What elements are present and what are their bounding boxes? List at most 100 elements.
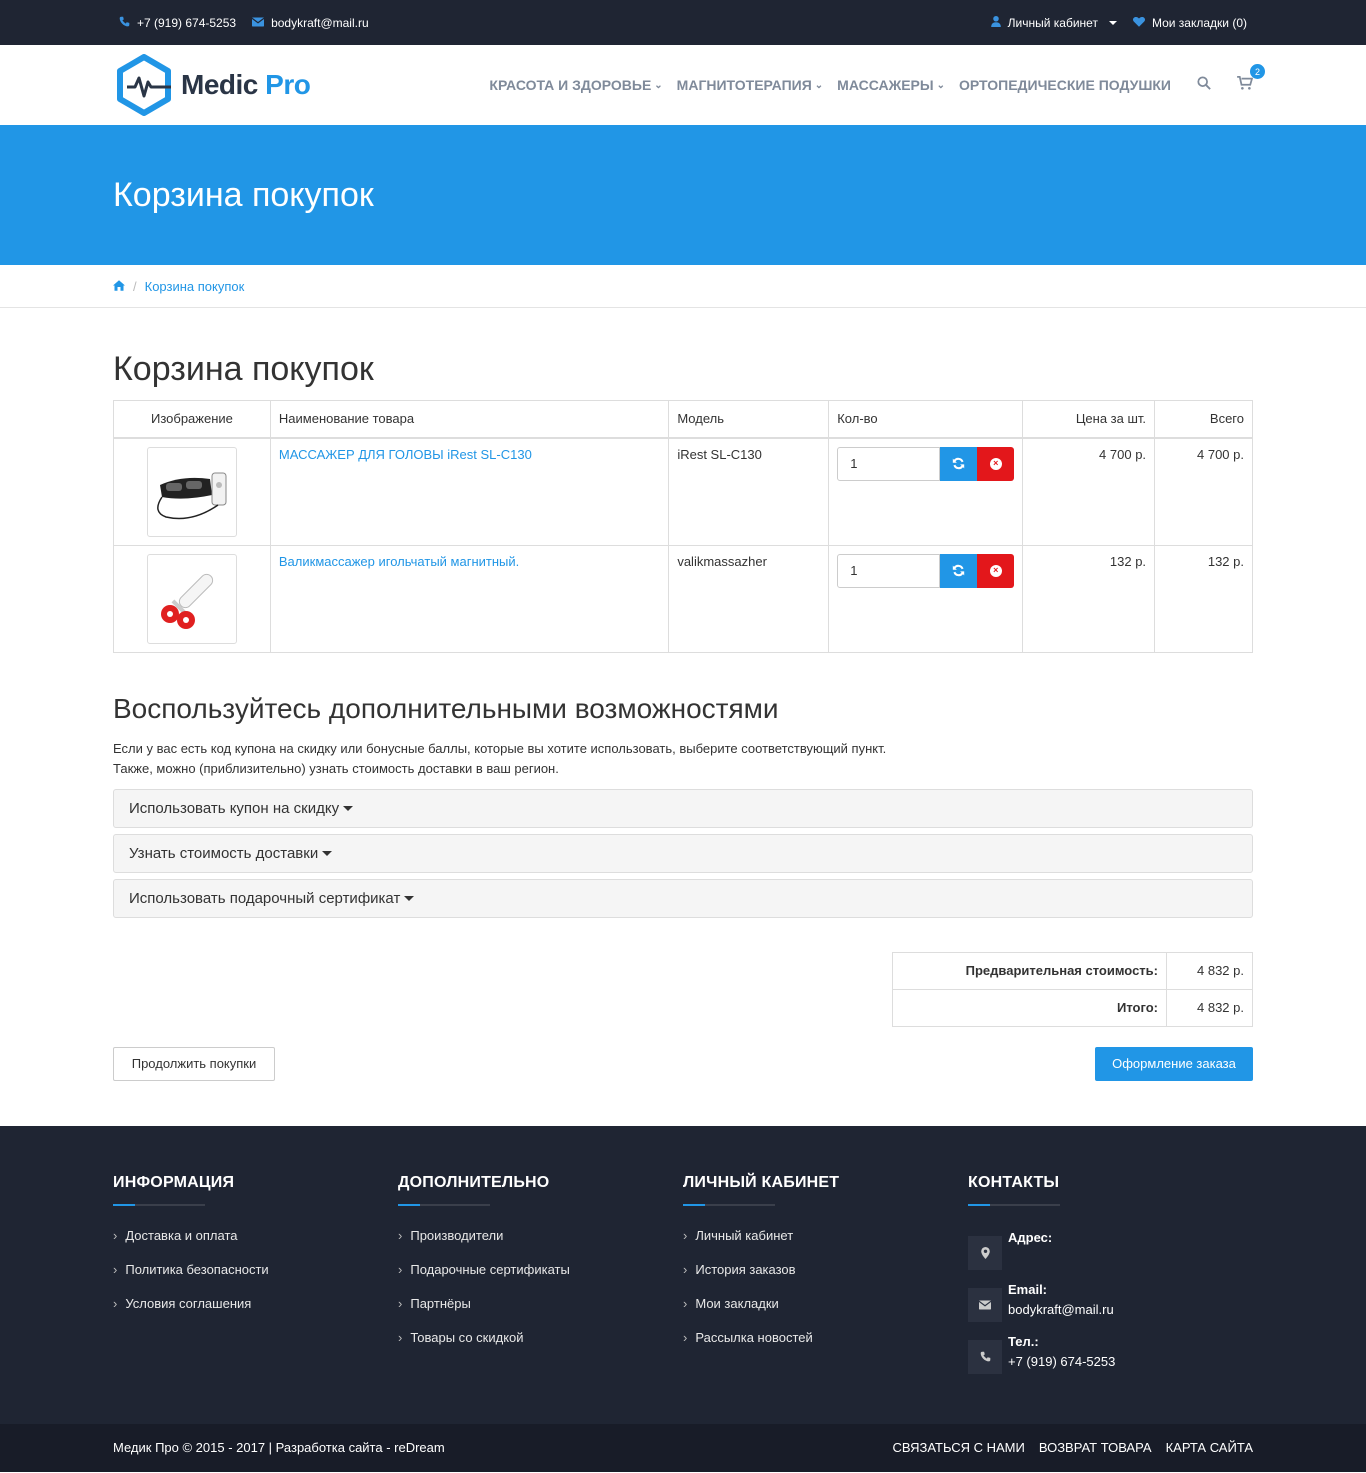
nav-item-magnetotherapy[interactable]: МАГНИТОТЕРАПИЯ ⌄ xyxy=(677,77,823,93)
search-icon[interactable] xyxy=(1197,76,1211,94)
caret-down-icon xyxy=(1108,20,1117,25)
caret-down-icon xyxy=(404,895,415,901)
phone-icon xyxy=(119,16,130,30)
col-header-name: Наименование товара xyxy=(269,400,670,439)
footer-link[interactable]: › История заказов xyxy=(683,1262,968,1296)
footer: ИНФОРМАЦИЯ › Доставка и оплата › Политика … xyxy=(0,1125,1366,1424)
total-label: Итого: xyxy=(892,988,1167,1027)
remove-button[interactable]: × xyxy=(977,446,1015,481)
site-logo[interactable]: Medic Pro xyxy=(113,54,311,116)
logo-hexagon-icon xyxy=(117,54,171,116)
phone-icon xyxy=(968,1339,1002,1374)
footer-link[interactable]: › Личный кабинет xyxy=(683,1228,968,1262)
footer-link[interactable]: › Доставка и оплата xyxy=(113,1228,398,1262)
nav-item-beauty-health[interactable]: КРАСОТА И ЗДОРОВЬЕ ⌄ xyxy=(489,77,662,93)
cart-count-badge: 2 xyxy=(1250,64,1265,79)
user-icon xyxy=(990,15,1001,30)
footer-link[interactable]: › Рассылка новостей xyxy=(683,1330,968,1364)
angle-right-icon: › xyxy=(683,1295,688,1311)
footer-heading: ЛИЧНЫЙ КАБИНЕТ xyxy=(683,1174,968,1206)
footer-heading: КОНТАКТЫ xyxy=(968,1174,1253,1206)
quantity-control: × xyxy=(837,446,1015,481)
refresh-button[interactable] xyxy=(940,553,978,588)
product-link[interactable]: Валикмассажер игольчатый магнитный. xyxy=(279,554,519,569)
bookmarks-link[interactable]: Мои закладки (0) xyxy=(1132,16,1247,30)
footer-link[interactable]: › Производители xyxy=(398,1228,683,1262)
product-image-head-massager[interactable] xyxy=(146,446,237,537)
contact-phone: Тел.: +7 (919) 674-5253 xyxy=(968,1332,1253,1374)
angle-right-icon: › xyxy=(398,1295,403,1311)
product-unit-price: 132 р. xyxy=(1022,544,1156,653)
angle-right-icon: › xyxy=(398,1261,403,1277)
footer-link[interactable]: › Политика безопасности xyxy=(113,1262,398,1296)
remove-icon: × xyxy=(989,457,1002,470)
cart-actions: Продолжить покупки Оформление заказа xyxy=(113,1046,1253,1126)
contact-email-value[interactable]: bodykraft@mail.ru xyxy=(1008,1302,1114,1317)
footer-link[interactable]: › Партнёры xyxy=(398,1296,683,1330)
breadcrumb-current[interactable]: Корзина покупок xyxy=(145,279,245,294)
angle-right-icon: › xyxy=(683,1261,688,1277)
header: Medic Pro КРАСОТА И ЗДОРОВЬЕ ⌄ МАГНИТОТЕР… xyxy=(0,45,1366,125)
caret-down-icon xyxy=(343,805,354,811)
footer-heading: ДОПОЛНИТЕЛЬНО xyxy=(398,1174,683,1206)
angle-right-icon: › xyxy=(398,1329,403,1345)
home-icon[interactable] xyxy=(113,279,125,294)
col-header-image: Изображение xyxy=(113,400,271,439)
col-header-qty: Кол-во xyxy=(828,400,1024,439)
nav-item-orthopedic-pillows[interactable]: ОРТОПЕДИЧЕСКИЕ ПОДУШКИ xyxy=(959,77,1171,93)
angle-right-icon: › xyxy=(113,1295,118,1311)
head-massager-image xyxy=(157,472,227,519)
heart-icon xyxy=(1132,16,1145,30)
footer-link[interactable]: › Условия соглашения xyxy=(113,1296,398,1330)
col-header-price: Цена за шт. xyxy=(1022,400,1156,439)
caret-down-icon xyxy=(322,850,333,856)
sitemap-link[interactable]: КАРТА САЙТА xyxy=(1166,1440,1253,1455)
angle-right-icon: › xyxy=(113,1227,118,1243)
shipping-panel[interactable]: Узнать стоимость доставки xyxy=(113,833,1253,873)
product-image-roller-massager[interactable] xyxy=(146,553,237,644)
footer-link[interactable]: › Мои закладки xyxy=(683,1296,968,1330)
angle-right-icon: › xyxy=(113,1261,118,1277)
continue-shopping-button[interactable]: Продолжить покупки xyxy=(113,1046,275,1081)
angle-right-icon: › xyxy=(683,1227,688,1243)
contact-phone-value[interactable]: +7 (919) 674-5253 xyxy=(1008,1354,1115,1369)
logo-name: Medic xyxy=(181,69,258,100)
contact-address: Адрес: xyxy=(968,1228,1253,1270)
envelope-icon xyxy=(251,16,265,30)
col-header-total: Всего xyxy=(1154,400,1253,439)
totals-section: Предварительная стоимость: 4 832 р. Итог… xyxy=(113,951,1253,1027)
gift-certificate-panel[interactable]: Использовать подарочный сертификат xyxy=(113,878,1253,918)
topbar-phone[interactable]: +7 (919) 674-5253 xyxy=(119,16,236,30)
refresh-button[interactable] xyxy=(940,446,978,481)
total-value: 4 832 р. xyxy=(1166,988,1253,1027)
product-model: valikmassazher xyxy=(668,544,830,653)
refresh-icon xyxy=(953,457,965,470)
nav-item-massagers[interactable]: МАССАЖЕРЫ ⌄ xyxy=(837,77,945,93)
angle-right-icon: › xyxy=(683,1329,688,1345)
coupon-panel[interactable]: Использовать купон на скидку xyxy=(113,788,1253,828)
quantity-input[interactable] xyxy=(837,446,941,481)
contact-us-link[interactable]: СВЯЗАТЬСЯ С НАМИ xyxy=(893,1440,1025,1455)
returns-link[interactable]: ВОЗВРАТ ТОВАРА xyxy=(1039,1440,1152,1455)
footer-col-account: ЛИЧНЫЙ КАБИНЕТ › Личный кабинет › История … xyxy=(683,1174,968,1384)
totals-table: Предварительная стоимость: 4 832 р. Итог… xyxy=(892,951,1253,1027)
checkout-button[interactable]: Оформление заказа xyxy=(1095,1046,1253,1081)
copyright-text: Медик Про © 2015 - 2017 | Разработка сай… xyxy=(113,1440,445,1455)
product-link[interactable]: МАССАЖЕР ДЛЯ ГОЛОВЫ iRest SL-C130 xyxy=(279,447,532,462)
extras-text-1: Если у вас есть код купона на скидку или… xyxy=(113,740,887,756)
footer-link[interactable]: › Подарочные сертификаты xyxy=(398,1262,683,1296)
cart-table: Изображение Наименование товара Модель К… xyxy=(113,400,1253,653)
table-row: МАССАЖЕР ДЛЯ ГОЛОВЫ iRest SL-C130 iRest … xyxy=(113,437,1253,546)
remove-button[interactable]: × xyxy=(977,553,1015,588)
footer-col-extra: ДОПОЛНИТЕЛЬНО › Производители › Подарочные… xyxy=(398,1174,683,1384)
quantity-input[interactable] xyxy=(837,553,941,588)
top-bar: +7 (919) 674-5253 bodykraft@mail.ru Личн… xyxy=(0,0,1366,45)
cart-icon[interactable]: 2 xyxy=(1237,64,1265,94)
extras-text-2: Также, можно (приблизительно) узнать сто… xyxy=(113,760,559,776)
map-marker-icon xyxy=(968,1235,1002,1270)
footer-link[interactable]: › Товары со скидкой xyxy=(398,1330,683,1364)
quantity-control: × xyxy=(837,553,1015,588)
topbar-email[interactable]: bodykraft@mail.ru xyxy=(251,16,369,30)
subtotal-value: 4 832 р. xyxy=(1166,951,1253,990)
account-dropdown[interactable]: Личный кабинет xyxy=(990,15,1117,30)
